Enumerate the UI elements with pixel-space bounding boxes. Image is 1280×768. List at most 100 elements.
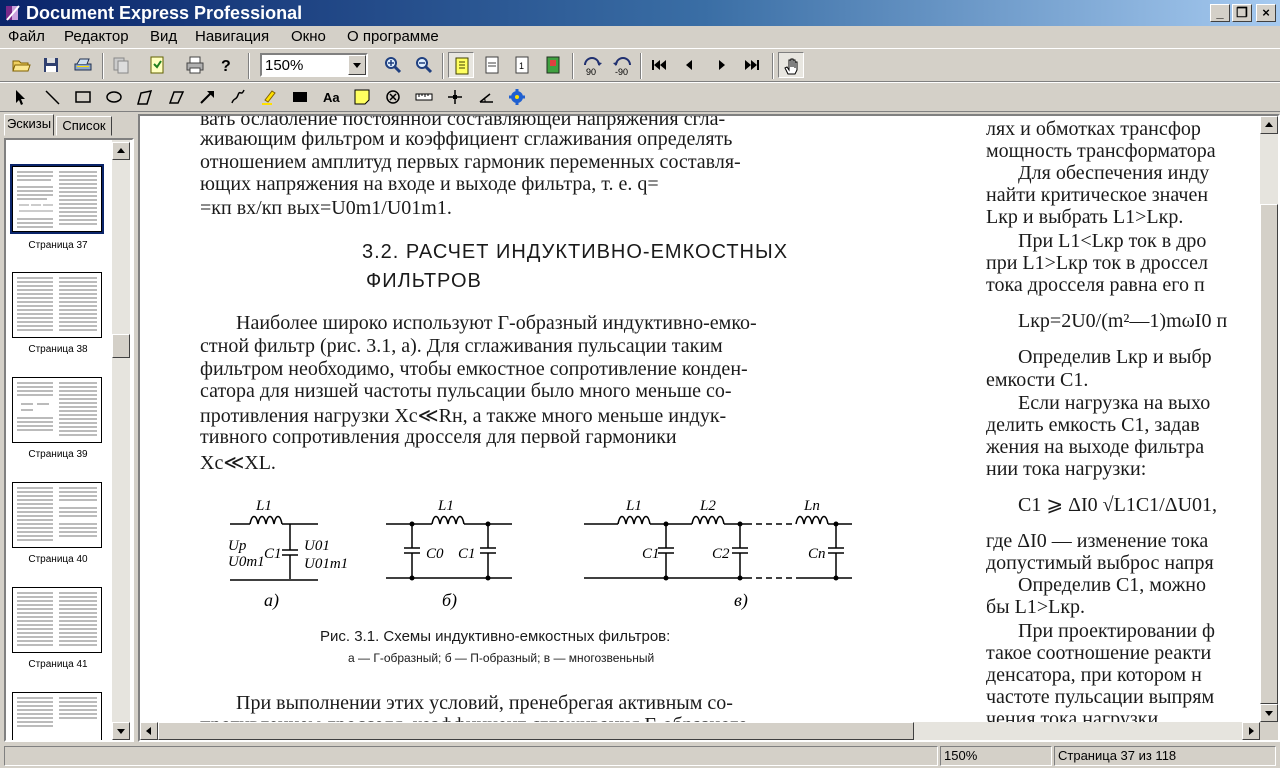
highlighter-tool-button[interactable] — [256, 84, 282, 110]
arrow-tool-button[interactable] — [194, 84, 220, 110]
scroll-thumb[interactable] — [112, 334, 130, 358]
title-bar: Document Express Professional _ ❐ × — [0, 0, 1280, 26]
zoom-in-button[interactable] — [380, 52, 406, 78]
filter-circuit-figure: L1 C1 Up U0m1 U01 U01m1 а) L1 C0 C1 б) L… — [228, 498, 852, 611]
print-button[interactable] — [182, 52, 208, 78]
settings-tool-button[interactable] — [504, 84, 530, 110]
text-line: Lкр и выбрать L1>Lкр. — [986, 206, 1184, 228]
rotate-90-icon: 90 — [584, 57, 602, 77]
tab-list[interactable]: Список — [56, 116, 112, 136]
thumbnail-page-38[interactable]: Страница 38 — [10, 270, 106, 360]
text-line: найти критическое значен — [986, 184, 1209, 206]
polygon-tool-button[interactable] — [132, 84, 158, 110]
menu-window[interactable]: Окно — [291, 28, 326, 45]
menu-file[interactable]: Файл — [8, 28, 45, 45]
text-line: Определив Lкр и выбр — [1018, 346, 1212, 368]
prev-page-button[interactable] — [677, 52, 703, 78]
last-page-button[interactable] — [739, 52, 765, 78]
thumbnail-preview — [17, 592, 97, 646]
chevron-down-icon — [353, 63, 361, 68]
label-a-C1: C1 — [264, 546, 282, 562]
menu-view[interactable]: Вид — [150, 28, 177, 45]
page-thumbnail-image — [12, 692, 102, 740]
blue-gear-icon — [509, 89, 525, 105]
page-thumbnail-image — [12, 377, 102, 443]
rotate-ccw-button[interactable]: -90 — [609, 52, 635, 78]
minimize-button[interactable]: _ — [1210, 4, 1230, 22]
pen-tool-button[interactable] — [225, 84, 251, 110]
line-tool-button[interactable] — [39, 84, 65, 110]
arrow-left-icon — [146, 727, 151, 735]
help-button[interactable]: ? — [212, 52, 238, 78]
arrow-up-icon — [117, 148, 125, 153]
close-button[interactable]: × — [1256, 4, 1276, 22]
status-message — [4, 746, 938, 766]
open-button[interactable] — [8, 52, 34, 78]
status-bar: 150% Страница 37 из 118 — [0, 744, 1280, 768]
text-line: При выполнении этих условий, пренебрегая… — [236, 692, 733, 714]
filled-rect-tool-button[interactable] — [287, 84, 313, 110]
rectangle-tool-button[interactable] — [70, 84, 96, 110]
rotate-cw-button[interactable]: 90 — [578, 52, 604, 78]
zoom-dropdown-button[interactable] — [348, 55, 366, 75]
text-tool-button[interactable]: Aa — [318, 84, 344, 110]
freeform-tool-button[interactable] — [163, 84, 189, 110]
label-a-Up: Up — [228, 538, 247, 554]
scroll-up-button[interactable] — [1260, 116, 1278, 134]
zoom-combobox[interactable]: 150% — [260, 53, 368, 77]
angle-tool-button[interactable] — [473, 84, 499, 110]
note-tool-button[interactable] — [349, 84, 375, 110]
text-line: сатора для низшей частоты пульсации было… — [200, 380, 732, 402]
scroll-thumb[interactable] — [158, 722, 914, 740]
page-thumbnail-image — [12, 587, 102, 653]
menu-about[interactable]: О программе — [347, 28, 439, 45]
restore-button[interactable]: ❐ — [1232, 4, 1252, 22]
text-line: денсатора, при котором н — [986, 664, 1202, 686]
toolbar-separator — [102, 53, 104, 79]
menu-navigation[interactable]: Навигация — [195, 28, 269, 45]
scrollbar-corner — [1260, 722, 1278, 740]
select-tool-button[interactable] — [8, 84, 34, 110]
status-zoom: 150% — [940, 746, 1052, 766]
scroll-right-button[interactable] — [1242, 722, 1260, 740]
fit-width-button[interactable] — [479, 52, 505, 78]
document-hscrollbar[interactable] — [140, 722, 1260, 740]
menu-edit[interactable]: Редактор — [64, 28, 129, 45]
thumbnail-page-42[interactable] — [10, 690, 106, 740]
scroll-left-button[interactable] — [140, 722, 158, 740]
document-vscrollbar[interactable] — [1260, 116, 1278, 722]
scroll-down-button[interactable] — [112, 722, 130, 740]
zoom-out-icon — [416, 57, 433, 74]
formula-line: C1 ⩾ ΔI0 √L1C1/ΔU01, — [1018, 494, 1218, 516]
ruler-tool-button[interactable] — [411, 84, 437, 110]
stamp-tool-button[interactable] — [380, 84, 406, 110]
copy-button[interactable] — [108, 52, 134, 78]
document-view[interactable]: вать ослабление постоянной составляющей … — [138, 114, 1280, 742]
scroll-thumb[interactable] — [1260, 204, 1278, 704]
scroll-down-button[interactable] — [1260, 704, 1278, 722]
highlighter-icon — [262, 90, 276, 105]
thumbnail-page-40[interactable]: Страница 40 — [10, 480, 106, 570]
crosshair-tool-button[interactable] — [442, 84, 468, 110]
scan-button[interactable] — [70, 52, 96, 78]
scroll-up-button[interactable] — [112, 142, 130, 160]
actual-size-button[interactable]: 1 — [509, 52, 535, 78]
tab-thumbnails[interactable]: Эскизы — [4, 114, 54, 136]
zoom-out-button[interactable] — [411, 52, 437, 78]
export-button[interactable] — [144, 52, 170, 78]
thumbnail-page-37[interactable]: Страница 37 — [10, 162, 106, 254]
save-button[interactable] — [38, 52, 64, 78]
hand-tool-button[interactable] — [778, 52, 804, 78]
pen-icon — [231, 89, 245, 104]
thumbnail-page-41[interactable]: Страница 41 — [10, 585, 106, 675]
fit-page-button[interactable] — [448, 52, 474, 78]
ellipse-tool-button[interactable] — [101, 84, 127, 110]
next-page-button[interactable] — [708, 52, 734, 78]
rotate-minus-90-icon: -90 — [613, 57, 631, 77]
text-line: делить емкость C1, задав — [986, 414, 1200, 436]
page-properties-button[interactable] — [540, 52, 566, 78]
first-page-button[interactable] — [646, 52, 672, 78]
prev-page-icon — [686, 60, 692, 70]
thumbnail-page-39[interactable]: Страница 39 — [10, 375, 106, 465]
thumbnail-scrollbar[interactable] — [112, 140, 130, 740]
